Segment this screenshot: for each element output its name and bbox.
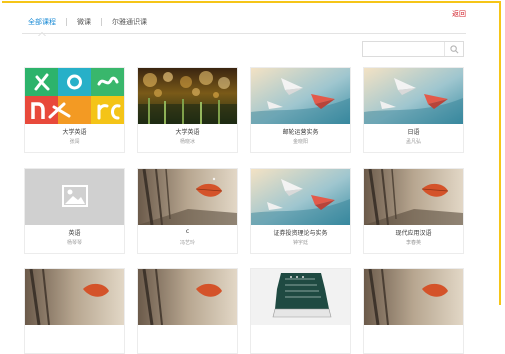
course-card[interactable]: 英语 杨琴琴 bbox=[24, 168, 125, 254]
course-title: 邮轮运营实务 bbox=[282, 129, 319, 136]
course-tabs: 全部课程 微课 尔雅通识课 bbox=[28, 13, 147, 36]
course-card[interactable] bbox=[363, 268, 464, 354]
autumn-leaf-image bbox=[364, 169, 463, 225]
tab-label: 尔雅通识课 bbox=[112, 18, 147, 26]
course-card[interactable] bbox=[24, 268, 125, 354]
autumn-leaf-image bbox=[138, 169, 237, 225]
course-card[interactable]: c 冯艺玲 bbox=[137, 168, 238, 254]
course-teacher: 张闯 bbox=[69, 139, 80, 145]
course-card[interactable] bbox=[137, 268, 238, 354]
tab-label: 全部课程 bbox=[28, 18, 56, 26]
course-card[interactable] bbox=[250, 268, 351, 354]
frame-border-right bbox=[499, 1, 501, 305]
course-card[interactable]: 邮轮运营实务 金晓阳 bbox=[250, 67, 351, 153]
course-teacher: 孟凡弘 bbox=[405, 139, 421, 145]
course-card[interactable]: 现代应用汉语 李春英 bbox=[363, 168, 464, 254]
course-card[interactable]: 大学英语 张闯 bbox=[24, 67, 125, 153]
paper-planes-image bbox=[251, 169, 350, 225]
paper-planes-image bbox=[364, 68, 463, 124]
course-title: 现代应用汉语 bbox=[395, 230, 432, 237]
return-link[interactable]: 返回 bbox=[452, 9, 466, 19]
image-placeholder-icon bbox=[25, 169, 124, 225]
course-title: 大学英语 bbox=[62, 129, 87, 136]
course-teacher: 杨晓冰 bbox=[179, 139, 195, 145]
bokeh-photo-image bbox=[138, 68, 237, 124]
course-title: 证券投资理论与实务 bbox=[273, 230, 328, 237]
course-card[interactable]: 证券投资理论与实务 钟宇廷 bbox=[250, 168, 351, 254]
course-title: 英语 bbox=[68, 230, 81, 237]
course-teacher: 李春英 bbox=[405, 240, 421, 246]
course-teacher: 冯艺玲 bbox=[179, 240, 195, 246]
tab-divider bbox=[101, 18, 102, 26]
tab-all-courses[interactable]: 全部课程 bbox=[28, 17, 56, 36]
search-input[interactable] bbox=[363, 42, 443, 56]
tab-label: 微课 bbox=[77, 18, 91, 26]
paper-planes-image bbox=[251, 68, 350, 124]
sneaker-chalkboard-image bbox=[251, 269, 350, 325]
app-icon-grid-image bbox=[25, 68, 124, 124]
tab-erya-courses[interactable]: 尔雅通识课 bbox=[112, 17, 147, 27]
tabs-divider-line bbox=[22, 33, 466, 34]
course-title: 大学英语 bbox=[175, 129, 200, 136]
autumn-leaf-image bbox=[138, 269, 237, 325]
course-teacher: 钟宇廷 bbox=[292, 240, 308, 246]
course-title: 日语 bbox=[407, 129, 420, 136]
course-teacher: 金晓阳 bbox=[292, 139, 308, 145]
autumn-leaf-image bbox=[25, 269, 124, 325]
course-teacher: 杨琴琴 bbox=[66, 240, 82, 246]
tab-divider bbox=[66, 18, 67, 26]
search-box bbox=[362, 41, 464, 57]
course-card[interactable]: 日语 孟凡弘 bbox=[363, 67, 464, 153]
search-icon[interactable] bbox=[444, 42, 463, 56]
course-title: c bbox=[185, 228, 190, 235]
course-card[interactable]: 大学英语 杨晓冰 bbox=[137, 67, 238, 153]
frame-border-top bbox=[2, 1, 501, 3]
autumn-leaf-image bbox=[364, 269, 463, 325]
tab-micro-courses[interactable]: 微课 bbox=[77, 17, 91, 27]
